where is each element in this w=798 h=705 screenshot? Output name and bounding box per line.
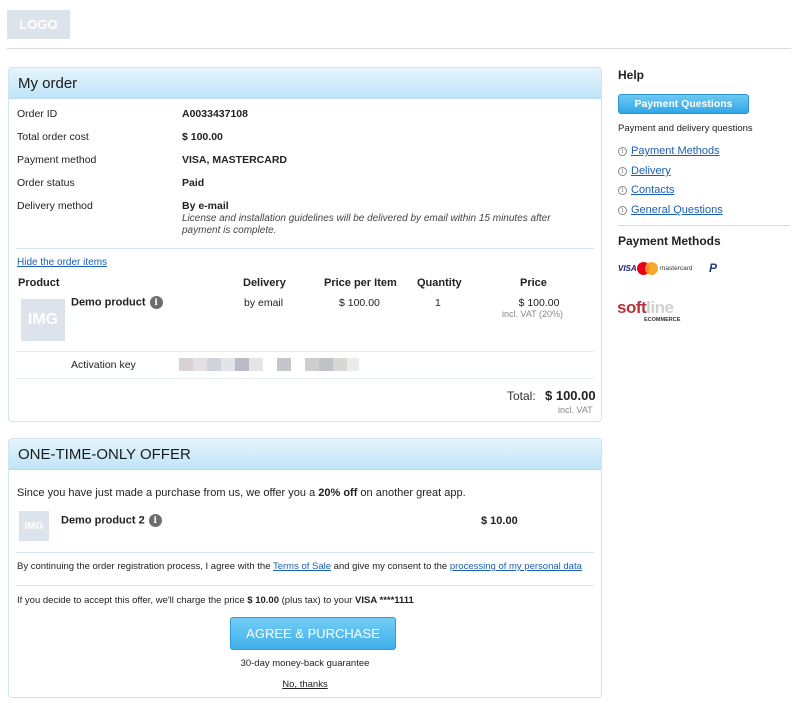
total-cost-value: $ 100.00: [182, 131, 223, 143]
offer-product-name: Demo product 2i: [61, 514, 162, 527]
agree-purchase-button[interactable]: AGREE & PURCHASE: [230, 617, 396, 650]
col-header-price-per-item: Price per Item: [324, 277, 397, 289]
offer-panel: ONE-TIME-ONLY OFFER Since you have just …: [8, 438, 602, 698]
help-link-label[interactable]: Payment Methods: [631, 145, 720, 157]
total-label: Total:: [507, 389, 536, 403]
order-status-value: Paid: [182, 177, 205, 189]
delivery-method-label: Delivery method: [17, 200, 93, 212]
payment-method-value: VISA, MASTERCARD: [182, 154, 288, 166]
softline-logo: softline: [617, 298, 674, 318]
offer-discount: 20% off: [318, 487, 358, 499]
charge-middle: (plus tax) to your: [279, 595, 356, 606]
col-header-delivery: Delivery: [243, 277, 286, 289]
product-price: $ 100.00: [518, 297, 560, 309]
consent-text: By continuing the order registration pro…: [17, 561, 582, 572]
info-icon[interactable]: i: [148, 514, 162, 527]
charge-text: If you decide to accept this offer, we'l…: [17, 595, 414, 606]
paypal-icon: P: [709, 261, 718, 275]
divider: [16, 378, 594, 379]
help-link-delivery[interactable]: i Delivery: [618, 165, 671, 177]
product-name: Demo product i: [71, 296, 163, 309]
col-header-product: Product: [18, 277, 60, 289]
header-divider: [7, 48, 791, 49]
offer-intro: Since you have just made a purchase from…: [17, 487, 466, 499]
col-header-quantity: Quantity: [417, 277, 462, 289]
total-vat-note: incl. VAT: [558, 405, 593, 415]
terms-of-sale-link[interactable]: Terms of Sale: [273, 561, 331, 572]
delivery-note: License and installation guidelines will…: [182, 213, 551, 236]
offer-product-image: IMG: [19, 511, 49, 541]
mastercard-icon: [637, 262, 659, 275]
offer-product-name-text: Demo product 2: [61, 514, 145, 527]
charge-card: VISA ****1111: [355, 595, 414, 606]
order-id-label: Order ID: [17, 108, 58, 120]
charge-price: $ 10.00: [247, 595, 279, 606]
payment-methods-title: Payment Methods: [618, 234, 721, 248]
product-price-per-item: $ 100.00: [339, 297, 380, 309]
help-link-payment-methods[interactable]: i Payment Methods: [618, 145, 720, 157]
info-icon: i: [618, 185, 627, 195]
col-header-price: Price: [520, 277, 547, 289]
info-icon[interactable]: i: [149, 296, 163, 309]
total-value: $ 100.00: [545, 388, 596, 403]
payment-method-label: Payment method: [17, 154, 97, 166]
info-icon: i: [618, 205, 627, 215]
product-quantity: 1: [435, 297, 441, 309]
help-link-contacts[interactable]: i Contacts: [618, 184, 674, 196]
activation-key-label: Activation key: [71, 359, 136, 371]
offer-intro-prefix: Since you have just made a purchase from…: [17, 487, 319, 499]
delivery-method-value: By e-mail: [182, 200, 229, 212]
offer-product-price: $ 10.00: [481, 515, 518, 527]
softline-logo-line: line: [646, 298, 674, 317]
divider: [16, 248, 594, 249]
help-subtitle: Payment and delivery questions: [618, 123, 753, 134]
softline-sub: ECOMMERCE: [644, 317, 681, 323]
divider: [16, 552, 594, 553]
product-image: IMG: [21, 299, 65, 341]
offer-title: ONE-TIME-ONLY OFFER: [9, 439, 601, 470]
my-order-title: My order: [9, 68, 601, 99]
help-link-label[interactable]: General Questions: [631, 204, 723, 216]
no-thanks-wrap: No, thanks: [9, 679, 601, 690]
activation-key-value: [179, 358, 359, 371]
help-title: Help: [618, 68, 645, 82]
hide-order-items-link[interactable]: Hide the order items: [17, 257, 107, 268]
help-link-general-questions[interactable]: i General Questions: [618, 204, 723, 216]
charge-prefix: If you decide to accept this offer, we'l…: [17, 595, 248, 606]
payment-questions-button[interactable]: Payment Questions: [618, 94, 749, 114]
no-thanks-link[interactable]: No, thanks: [282, 679, 327, 690]
total-cost-label: Total order cost: [17, 131, 89, 143]
personal-data-link[interactable]: processing of my personal data: [450, 561, 582, 572]
divider: [16, 351, 594, 352]
consent-middle: and give my consent to the: [331, 561, 450, 572]
divider: [16, 585, 594, 586]
mastercard-label: mastercard: [660, 265, 693, 272]
help-link-label[interactable]: Contacts: [631, 184, 674, 196]
order-status-label: Order status: [17, 177, 75, 189]
softline-logo-soft: soft: [617, 298, 647, 317]
sidebar-divider: [618, 225, 790, 226]
offer-intro-suffix: on another great app.: [357, 487, 466, 499]
my-order-panel: My order Order ID A0033437108 Total orde…: [8, 67, 602, 422]
info-icon: i: [618, 166, 627, 176]
product-delivery: by email: [244, 297, 284, 309]
product-name-text: Demo product: [71, 296, 146, 309]
guarantee-text: 30-day money-back guarantee: [240, 658, 370, 669]
logo[interactable]: LOGO: [7, 10, 70, 39]
consent-prefix: By continuing the order registration pro…: [17, 561, 273, 572]
help-link-label[interactable]: Delivery: [631, 165, 671, 177]
product-vat-note: incl. VAT (20%): [502, 309, 564, 319]
order-id-value: A0033437108: [182, 108, 248, 120]
visa-logo: VISA: [618, 264, 637, 273]
info-icon: i: [618, 146, 627, 156]
